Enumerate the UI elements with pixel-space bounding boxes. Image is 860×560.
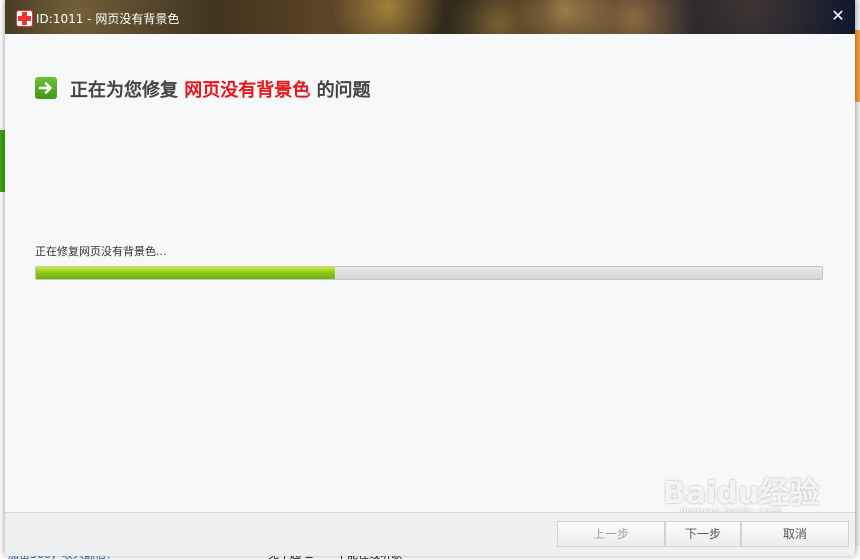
arrow-right-icon [35, 77, 57, 99]
progress-fill [36, 267, 335, 279]
heading-suffix: 的问题 [316, 80, 371, 101]
close-icon: ✕ [831, 6, 845, 25]
heading-prefix: 正在为您修复 [70, 80, 178, 101]
repair-dialog: ID:1011 - 网页没有背景色 ✕ 正在为您修复 网页没有背景色 的问题 正… [5, 0, 855, 556]
title-bar[interactable]: ID:1011 - 网页没有背景色 ✕ [5, 0, 855, 34]
next-step-button[interactable]: 下一步 [665, 521, 741, 547]
dialog-footer: 上一步 下一步 取消 [5, 512, 855, 556]
lifebuoy-icon [16, 10, 33, 27]
heading-problem-name: 网页没有背景色 [184, 80, 311, 101]
progress-bar [35, 266, 823, 280]
previous-step-button[interactable]: 上一步 [557, 521, 665, 547]
window-title: ID:1011 - 网页没有背景色 [36, 12, 180, 26]
close-button[interactable]: ✕ [829, 7, 847, 25]
page-heading: 正在为您修复 网页没有背景色 的问题 [70, 76, 371, 102]
progress-status: 正在修复网页没有背景色... [35, 245, 167, 258]
cancel-button[interactable]: 取消 [741, 521, 849, 547]
